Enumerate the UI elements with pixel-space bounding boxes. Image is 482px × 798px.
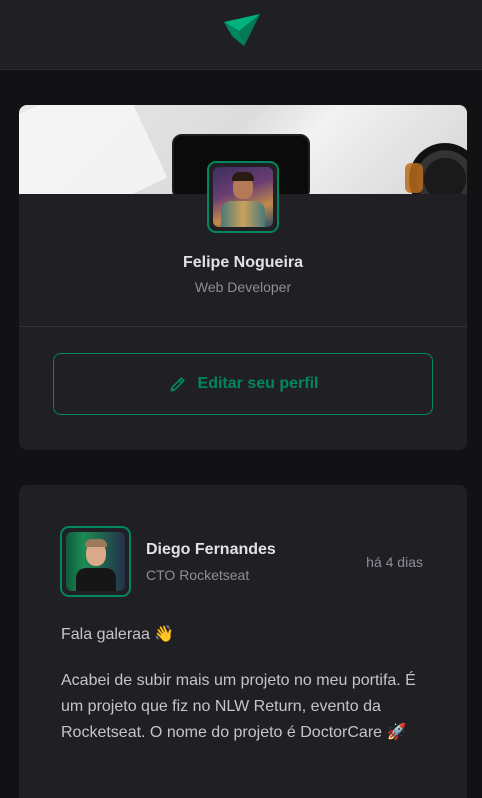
profile-divider [19,326,467,327]
post-paragraph: Fala galeraa 👋 [61,626,175,643]
post-content: Fala galeraa 👋 Acabei de subir mais um p… [61,622,441,766]
author-role: CTO Rocketseat [146,567,250,583]
profile-name: Felipe Nogueira [182,254,304,271]
author-avatar[interactable] [60,526,131,597]
post-timestamp[interactable]: há 4 dias [366,554,423,570]
profile-role: Web Developer [194,279,292,295]
profile-card: Felipe Nogueira Web Developer Editar seu… [19,105,467,450]
author-name[interactable]: Diego Fernandes [146,541,276,559]
post-card: Diego Fernandes CTO Rocketseat há 4 dias… [19,485,467,798]
edit-profile-button[interactable]: Editar seu perfil [53,353,433,415]
app-header [0,0,482,70]
edit-profile-label: Editar seu perfil [197,375,319,392]
ignite-logo-icon[interactable] [222,12,262,48]
pencil-line-icon [170,377,185,392]
profile-avatar[interactable] [207,161,279,233]
post-paragraph: Acabei de subir mais um projeto no meu p… [61,672,416,741]
